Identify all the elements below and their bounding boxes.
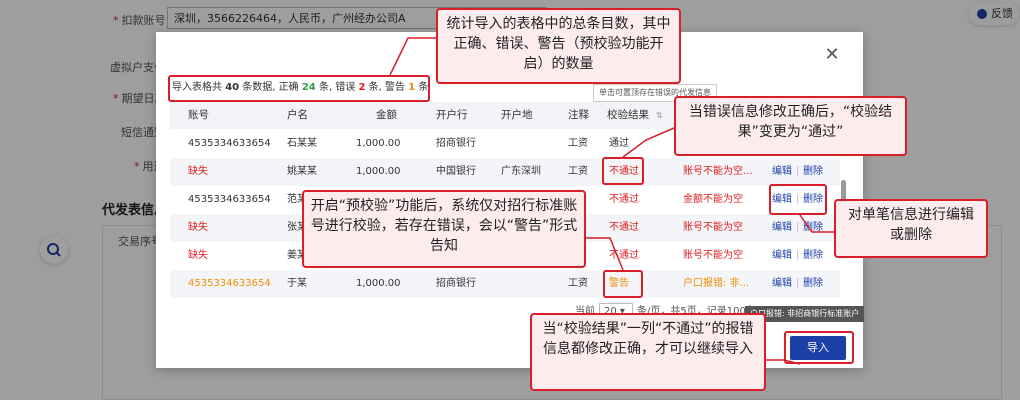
callout-summary: 统计导入的表格中的总条目数，其中正确、错误、警告（预校验功能开启）的数量 [436,8,681,84]
callout-edit-delete: 对单笔信息进行编辑或删除 [834,199,988,258]
callout-import: 当“校验结果”一列“不通过”的报错信息都修改正确，才可以继续导入 [530,313,766,391]
callout-pass: 当错误信息修改正确后，“校验结果”变更为“通过” [674,96,907,156]
callout-precheck: 开启“预校验”功能后，系统仅对招行标准账号进行校验，若存在错误，会以“警告”形式… [302,190,586,268]
